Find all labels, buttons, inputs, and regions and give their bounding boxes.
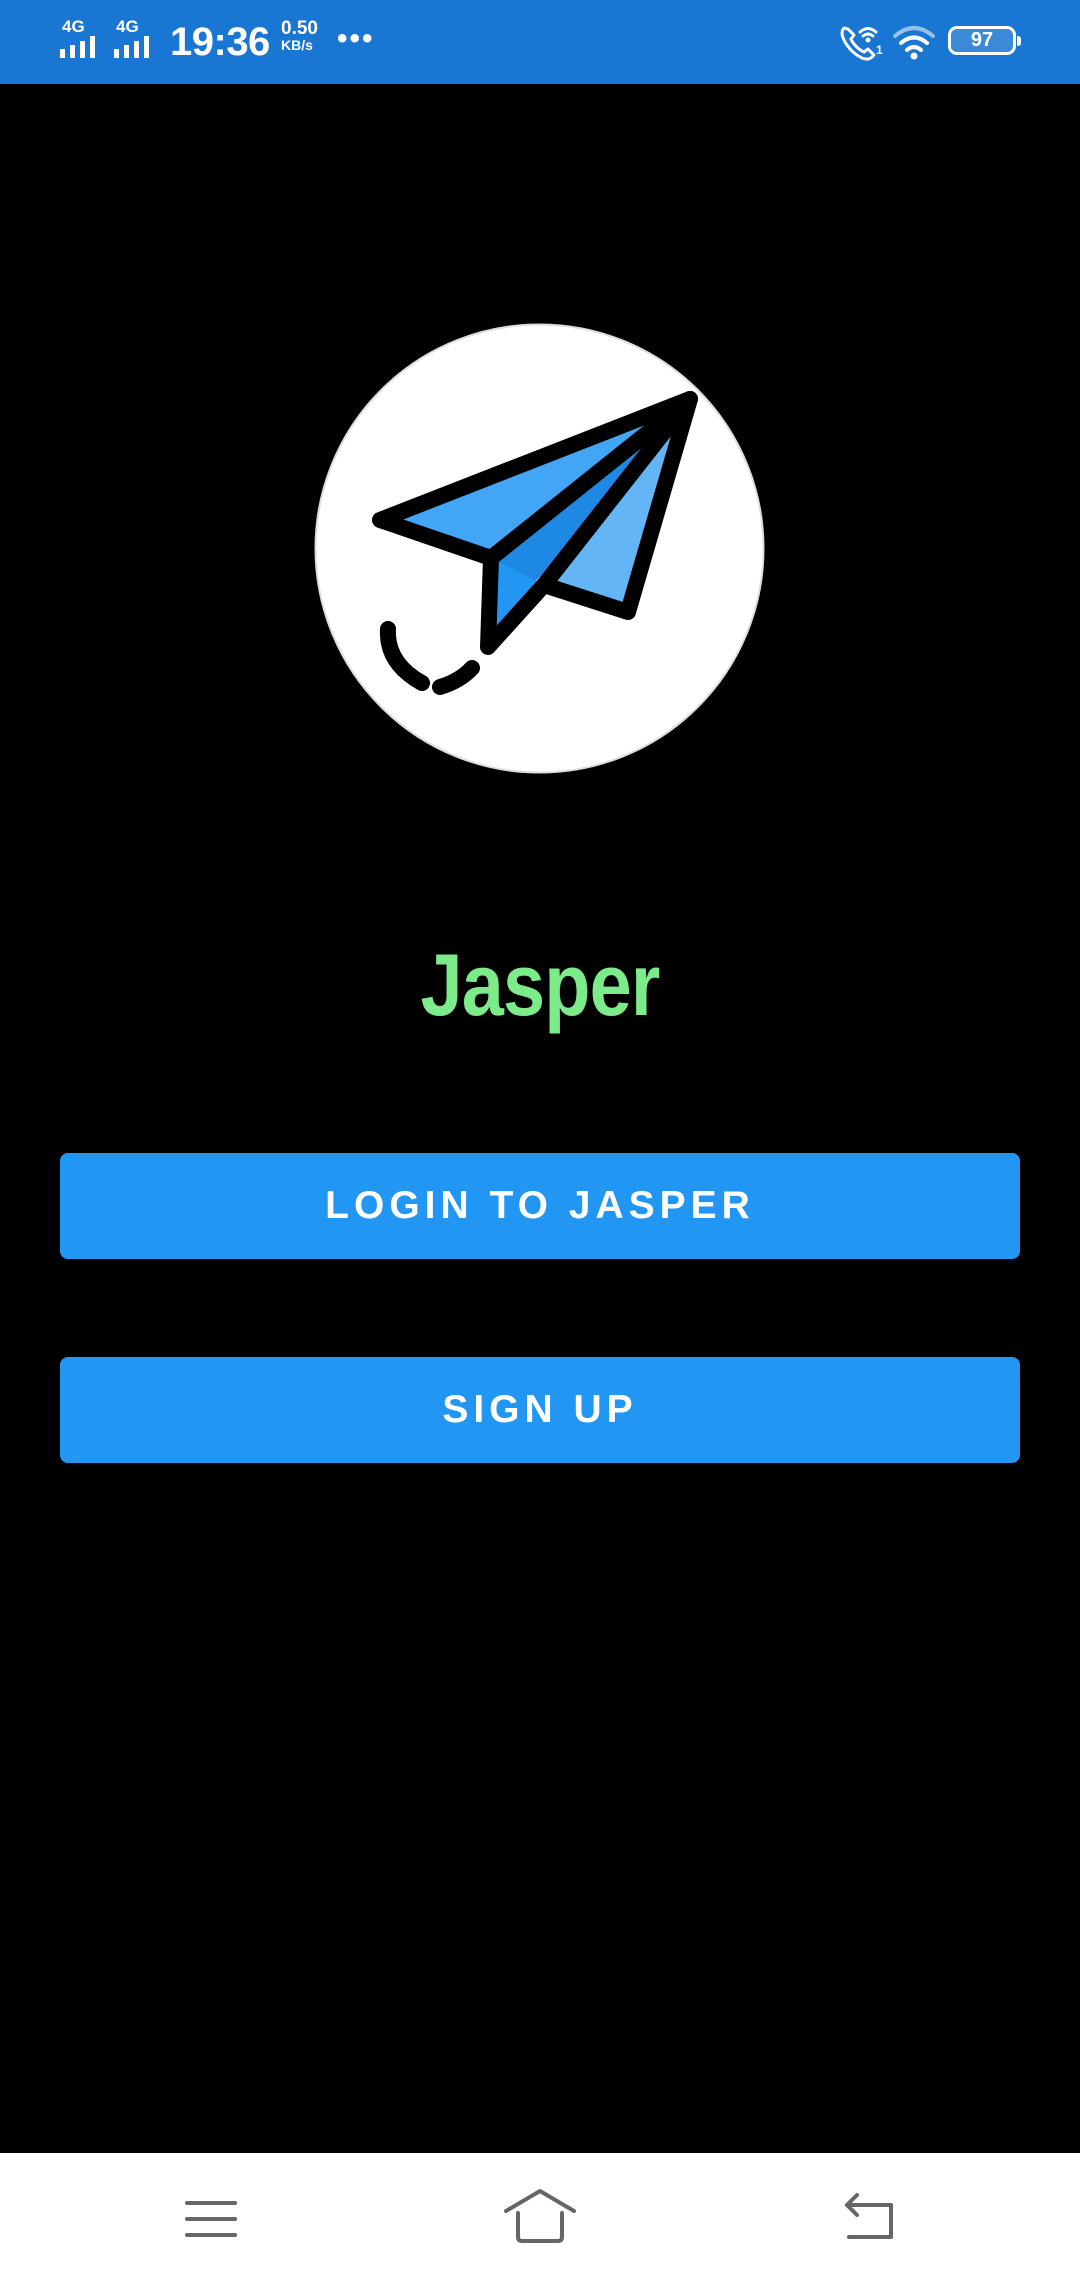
clock: 19:36 (170, 20, 270, 64)
menu-icon (185, 2201, 237, 2237)
wifi-icon (893, 26, 935, 60)
home-icon (504, 2189, 576, 2243)
status-bar: 4G 4G 19:36 0.50 KB/s ••• 1 97 (0, 0, 1080, 84)
battery-icon: 97 (948, 26, 1021, 55)
network-speed-value: 0.50 (281, 18, 318, 39)
back-icon (845, 2193, 893, 2239)
sim2-network-type: 4G (116, 17, 139, 36)
back-button[interactable] (829, 2183, 909, 2253)
network-speed: 0.50 KB/s (281, 18, 331, 53)
login-button[interactable]: LOGIN TO JASPER (60, 1153, 1020, 1259)
wifi-calling-icon: 1 (840, 26, 883, 61)
app-logo (314, 323, 765, 774)
more-notifications-icon: ••• (337, 22, 375, 55)
sim1-network-type: 4G (62, 17, 85, 36)
app-title: Jasper (420, 935, 661, 1034)
sim1-signal: 4G (60, 18, 106, 60)
signal-icon (114, 36, 149, 58)
battery-level: 97 (970, 29, 994, 51)
signal-icon (60, 36, 95, 58)
network-speed-unit: KB/s (281, 37, 313, 53)
signup-button[interactable]: SIGN UP (60, 1357, 1020, 1463)
svg-text:1: 1 (876, 43, 883, 57)
sim2-signal: 4G (114, 18, 160, 60)
navigation-bar (0, 2153, 1080, 2280)
menu-button[interactable] (171, 2183, 251, 2253)
home-button[interactable] (500, 2183, 580, 2253)
battery-cap (1017, 36, 1021, 46)
